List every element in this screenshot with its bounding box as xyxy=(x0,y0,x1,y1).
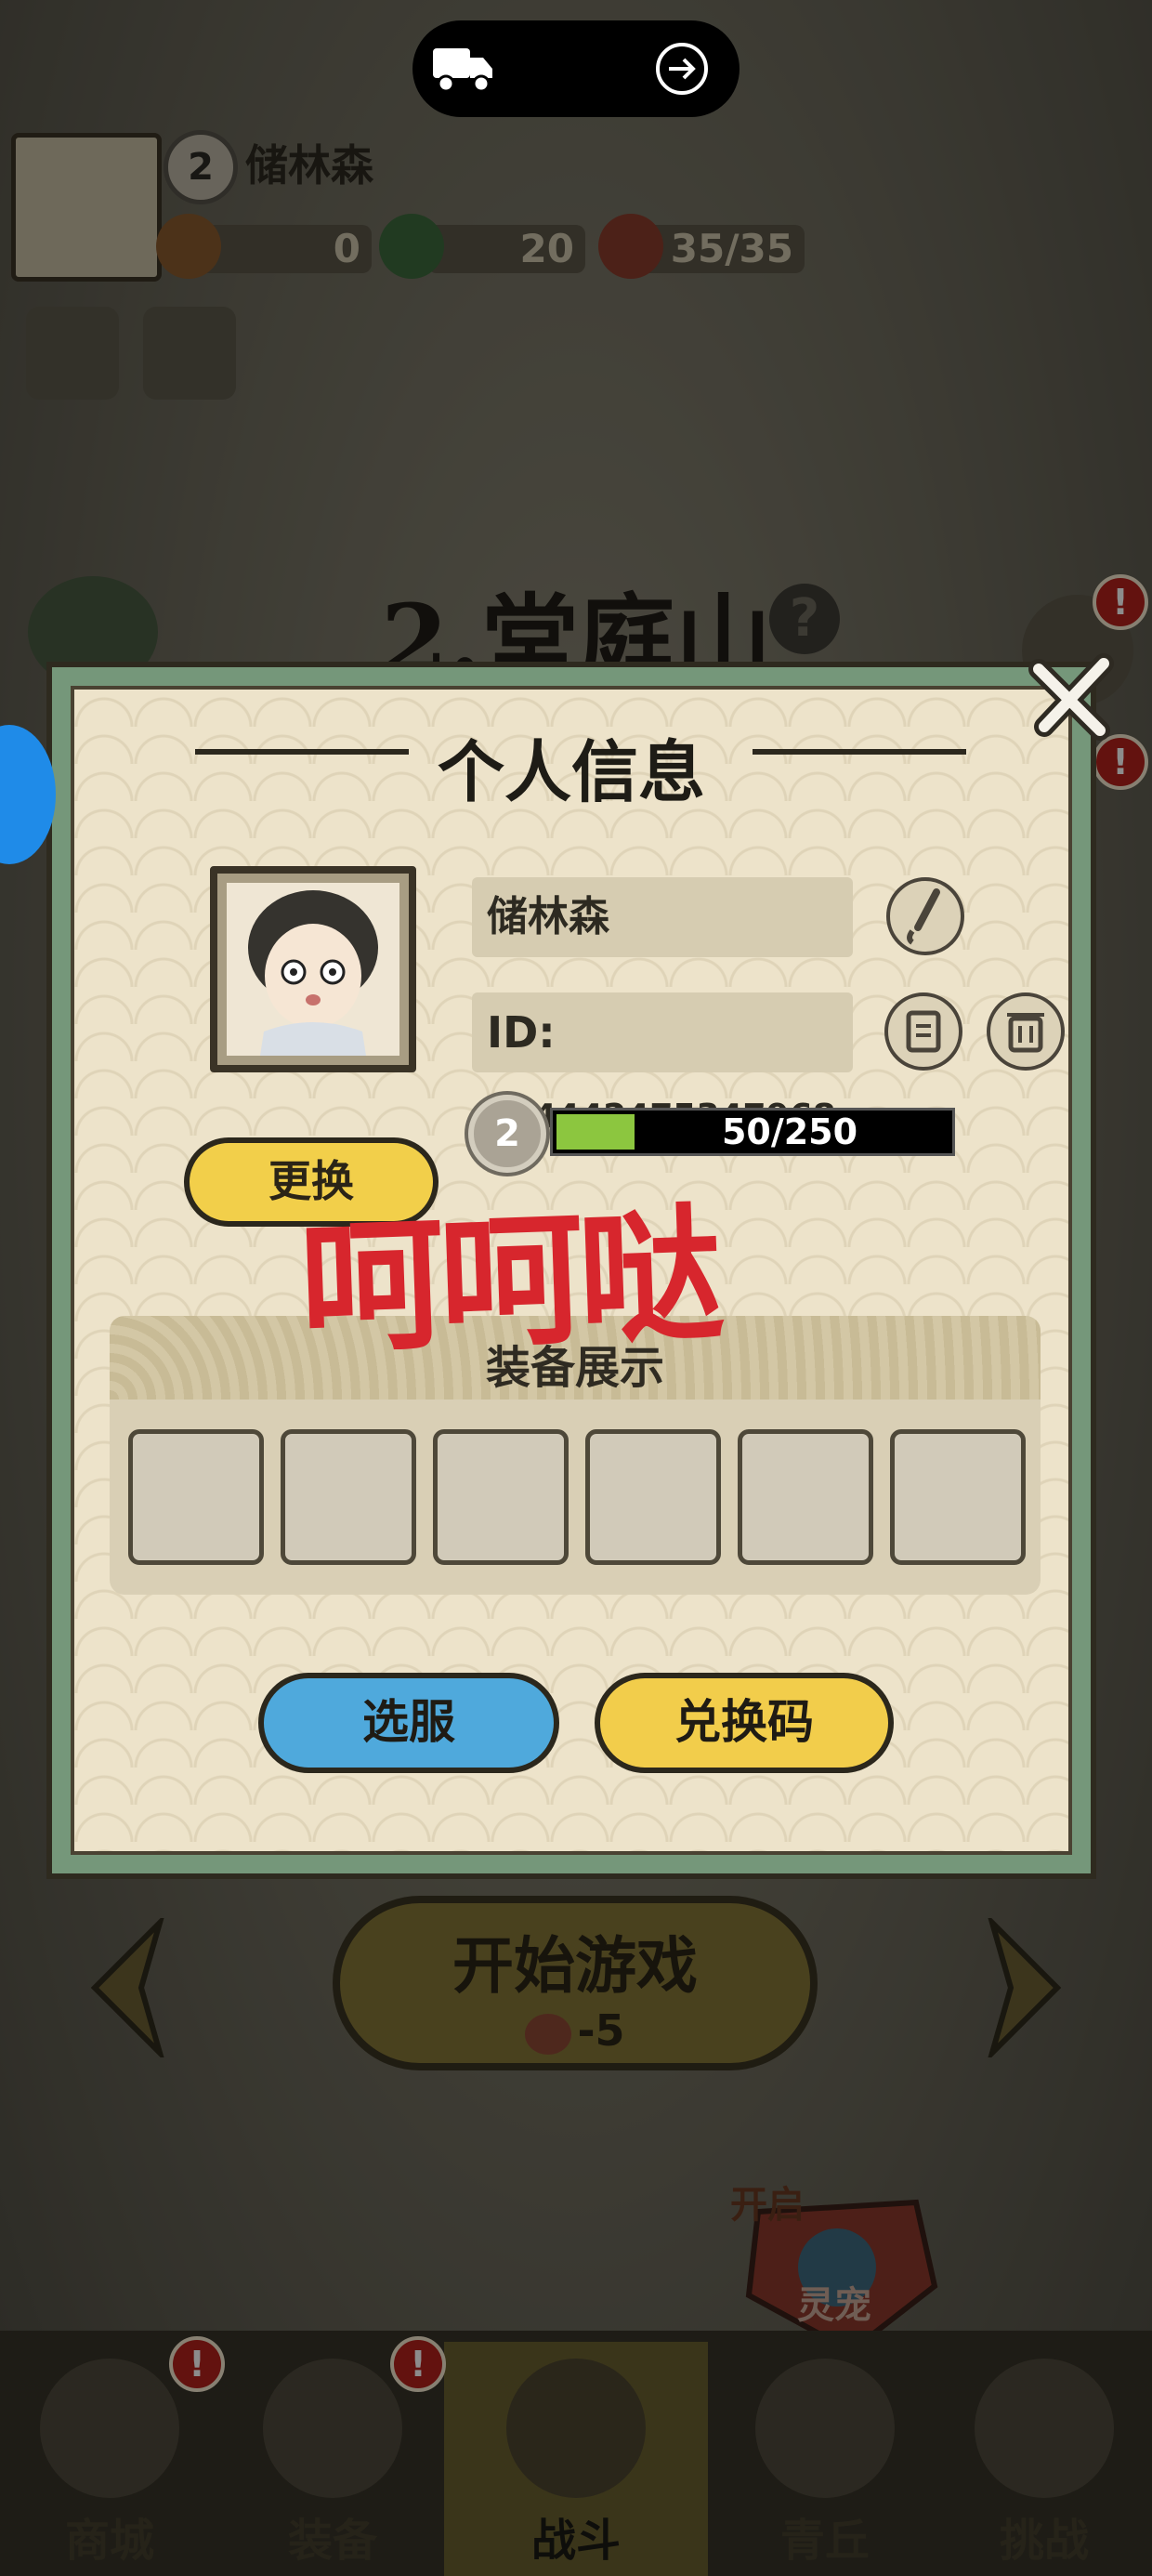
player-portrait xyxy=(210,866,416,1072)
copy-icon[interactable] xyxy=(884,992,962,1071)
player-id-field: ID: 514442475347968 xyxy=(472,992,853,1136)
equipment-slot[interactable] xyxy=(585,1429,721,1565)
id-label: ID: xyxy=(487,1007,556,1058)
redeem-code-button[interactable]: 兑换码 xyxy=(595,1673,894,1773)
top-system-pill xyxy=(412,20,740,117)
red-stamp-text: 呵呵哒 xyxy=(296,1189,721,1373)
xp-progress-text: 50/250 xyxy=(721,1111,858,1152)
delete-icon[interactable] xyxy=(987,992,1065,1071)
equipment-slot[interactable] xyxy=(281,1429,416,1565)
avatar xyxy=(248,890,378,1056)
edit-brush-icon[interactable] xyxy=(886,877,964,955)
exit-icon[interactable] xyxy=(652,39,712,99)
equipment-slot[interactable] xyxy=(738,1429,873,1565)
equipment-slot[interactable] xyxy=(890,1429,1026,1565)
player-level-badge: 2 xyxy=(468,1095,546,1173)
equipment-slot[interactable] xyxy=(433,1429,569,1565)
dialog-title: 个人信息 xyxy=(437,732,705,811)
equipment-slot[interactable] xyxy=(128,1429,264,1565)
truck-icon[interactable] xyxy=(431,43,496,95)
profile-dialog: 个人信息 储林森 ID: 514442475347968 2 xyxy=(46,653,1114,1879)
player-name-field: 储林森 xyxy=(472,877,853,957)
xp-progress-bar: 50/250 xyxy=(550,1108,955,1156)
close-icon[interactable] xyxy=(1026,651,1119,743)
select-server-button[interactable]: 选服 xyxy=(258,1673,559,1773)
